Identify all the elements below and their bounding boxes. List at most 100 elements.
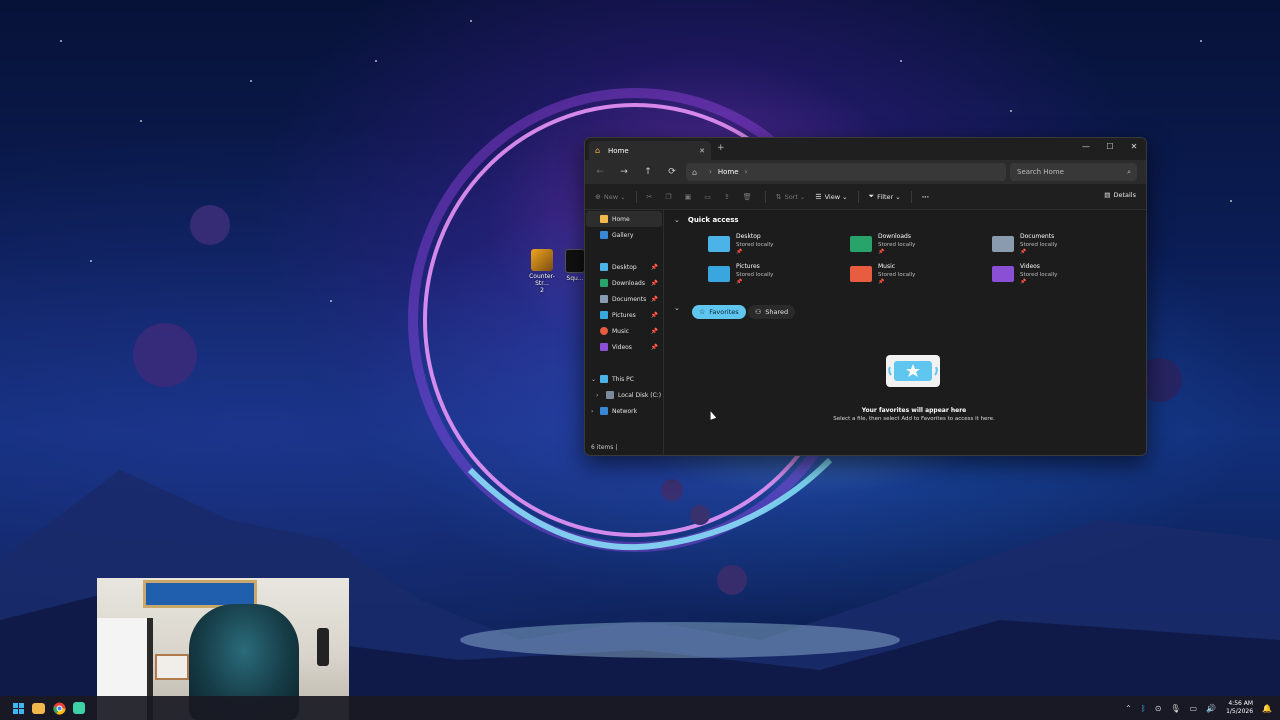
breadcrumb-home[interactable]: Home [718, 168, 739, 176]
start-windows-icon[interactable] [10, 700, 26, 716]
filter-icon: ⏷ [868, 192, 875, 200]
pin-icon: 📌 [650, 311, 658, 319]
quick-access-pictures[interactable]: Pictures Stored locally 📌 [708, 263, 838, 289]
item-location: Stored locally [1020, 272, 1058, 278]
sort-label: Sort [784, 192, 798, 201]
more-options-button[interactable]: ··· [922, 193, 929, 201]
file-explorer-taskbar-icon[interactable] [32, 702, 45, 714]
volume-icon[interactable]: 🔊 [1206, 704, 1216, 713]
sidebar-item-desktop[interactable]: Desktop 📌 [586, 259, 662, 275]
desktop-shortcut-squad[interactable]: Squ... [565, 249, 585, 282]
sidebar-item-videos[interactable]: Videos 📌 [586, 339, 662, 355]
sidebar-item-gallery[interactable]: Gallery [586, 227, 662, 243]
item-name: Documents [1020, 233, 1055, 240]
rename-icon: ▭ [704, 192, 711, 201]
sidebar-item-downloads[interactable]: Downloads 📌 [586, 275, 662, 291]
downloads-folder-icon [850, 236, 872, 252]
sidebar-item-music[interactable]: Music 📌 [586, 323, 662, 339]
sidebar-item-label: Gallery [612, 231, 634, 239]
sidebar-item-label: Music [612, 327, 630, 335]
view-list-icon: ☰ [815, 192, 822, 201]
app-taskbar-icon[interactable] [73, 702, 85, 714]
minimize-button[interactable]: — [1074, 138, 1098, 154]
item-location: Stored locally [1020, 242, 1058, 248]
refresh-button[interactable]: ⟳ [663, 163, 681, 181]
maximize-button[interactable]: ☐ [1098, 138, 1122, 154]
location-icon[interactable]: ⊙ [1155, 704, 1162, 713]
favorites-section-toggle[interactable]: ⌄ [674, 304, 688, 312]
tab-home[interactable]: ⌂ Home ✕ [589, 141, 711, 160]
search-input[interactable]: Search Home ⌕ [1010, 163, 1137, 181]
up-button[interactable]: ↑ [639, 163, 657, 181]
documents-folder-icon [992, 236, 1014, 252]
chevron-right-icon[interactable]: › [596, 392, 598, 399]
sort-button[interactable]: ⇅ Sort ⌄ [776, 193, 806, 201]
desktop-folder-icon [600, 263, 608, 271]
details-pane-button[interactable]: ▤ Details [1104, 191, 1136, 199]
quick-access-header[interactable]: ⌄ Quick access [674, 216, 739, 224]
divider [635, 190, 637, 203]
copy-button[interactable]: ❐ [665, 193, 674, 201]
address-bar[interactable]: ⌂ › Home › [686, 163, 1006, 181]
chevron-right-icon[interactable]: › [591, 408, 593, 415]
back-button[interactable]: ← [591, 163, 609, 181]
quick-access-downloads[interactable]: Downloads Stored locally 📌 [850, 233, 980, 259]
scissors-icon: ✂ [646, 192, 653, 201]
notification-bell-icon[interactable]: 🔔 [1262, 704, 1272, 713]
share-icon: ⇪ [723, 192, 730, 201]
close-window-button[interactable]: ✕ [1122, 138, 1146, 154]
sidebar-item-local-disk[interactable]: › Local Disk (C:) [586, 387, 662, 403]
share-button[interactable]: ⇪ [724, 193, 733, 201]
quick-access-music[interactable]: Music Stored locally 📌 [850, 263, 980, 289]
filter-button[interactable]: ⏷ Filter ⌄ [869, 192, 901, 201]
clock[interactable]: 4:56 AM 1/5/2026 [1226, 700, 1253, 716]
chrome-taskbar-icon[interactable] [51, 700, 67, 716]
quick-access-desktop[interactable]: Desktop Stored locally 📌 [708, 233, 838, 259]
item-location: Stored locally [736, 242, 774, 248]
paste-button[interactable]: ▣ [685, 193, 695, 201]
bluetooth-icon[interactable]: ᛒ [1141, 704, 1146, 713]
sidebar-item-network[interactable]: › Network [586, 403, 662, 419]
copy-icon: ❐ [665, 192, 672, 201]
plus-circle-icon: ⊕ [595, 192, 601, 201]
quick-access-videos[interactable]: Videos Stored locally 📌 [992, 263, 1122, 289]
chevron-down-icon[interactable]: ⌄ [591, 376, 596, 383]
tab-favorites[interactable]: ☆ Favorites [692, 305, 746, 319]
forward-button[interactable]: → [615, 163, 633, 181]
sidebar-item-label: Videos [612, 343, 632, 351]
network-icon[interactable]: ▭ [1190, 704, 1198, 713]
pc-icon [600, 375, 608, 383]
sidebar-item-home[interactable]: Home [586, 211, 662, 227]
pin-icon: 📌 [650, 263, 658, 271]
tab-label: Favorites [709, 308, 739, 316]
sidebar-item-this-pc[interactable]: ⌄ This PC [586, 371, 662, 387]
desktop-shortcut-counter-strike[interactable]: Counter-Str... 2 [525, 249, 559, 294]
new-tab-button[interactable]: + [717, 143, 725, 153]
chevron-up-icon[interactable]: ⌃ [1125, 704, 1132, 713]
pictures-folder-icon [600, 311, 608, 319]
window-controls: — ☐ ✕ [1074, 138, 1146, 154]
microphone-icon[interactable]: 🎙 [1170, 704, 1180, 713]
sidebar-item-pictures[interactable]: Pictures 📌 [586, 307, 662, 323]
empty-state-title: Your favorites will appear here [861, 407, 967, 414]
videos-folder-icon [992, 266, 1014, 282]
squad-game-icon [565, 249, 585, 273]
quick-access-documents[interactable]: Documents Stored locally 📌 [992, 233, 1122, 259]
cut-button[interactable]: ✂ [647, 193, 656, 201]
people-icon: ⚇ [755, 308, 762, 316]
item-location: Stored locally [878, 272, 916, 278]
delete-button[interactable]: 🗑 [743, 193, 755, 201]
sidebar-item-documents[interactable]: Documents 📌 [586, 291, 662, 307]
details-icon: ▤ [1104, 191, 1111, 199]
tab-shared[interactable]: ⚇ Shared [748, 305, 796, 319]
item-name: Music [878, 263, 896, 270]
chevron-right-icon[interactable]: › [745, 168, 748, 176]
item-name: Videos [1020, 263, 1040, 270]
gallery-icon [600, 231, 608, 239]
view-button[interactable]: ☰ View ⌄ [815, 193, 847, 201]
rename-button[interactable]: ▭ [704, 193, 714, 201]
documents-folder-icon [600, 295, 608, 303]
new-button[interactable]: ⊕ New ⌄ [595, 193, 626, 201]
music-folder-icon [850, 266, 872, 282]
tab-close-button[interactable]: ✕ [699, 147, 705, 155]
